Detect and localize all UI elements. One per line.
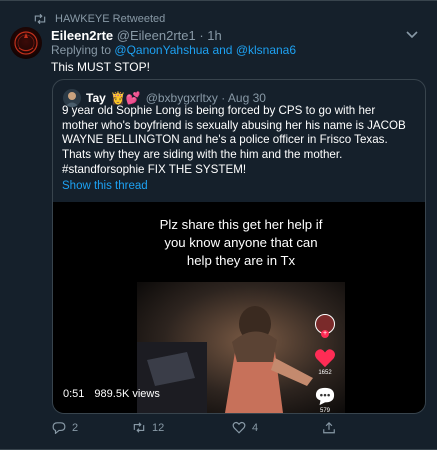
- video-player[interactable]: Plz share this get her help if you know …: [53, 202, 425, 413]
- video-status: 0:51 989.5K views: [63, 388, 160, 400]
- heart-outline-icon: [232, 421, 246, 434]
- reply-icon: [52, 422, 66, 434]
- quote-handle-time: @bxbygxrltxy · Aug 30: [145, 91, 266, 105]
- quoted-tweet[interactable]: Tay 👸💕 @bxbygxrltxy · Aug 30 9 year old …: [52, 79, 426, 414]
- video-duration: 0:51: [63, 388, 85, 400]
- author-handle-time[interactable]: @Eileen2rte1 · 1h: [117, 28, 222, 43]
- replying-and[interactable]: and: [212, 43, 232, 57]
- tweet-text: This MUST STOP!: [51, 60, 150, 74]
- author-avatar[interactable]: [10, 27, 42, 59]
- mention-link[interactable]: @QanonYahshua: [114, 43, 209, 57]
- author-name[interactable]: Eileen2rte: [51, 28, 113, 43]
- retweet-button[interactable]: 12: [132, 421, 232, 434]
- retweet-icon: [133, 422, 145, 433]
- replying-to: Replying to @QanonYahshua and @klsnana6: [51, 43, 296, 57]
- video-comment-count: 579: [319, 408, 330, 413]
- video-side-actions: + 1652 579: [309, 314, 341, 413]
- like-button[interactable]: 4: [232, 421, 322, 434]
- video-like-count: 1652: [318, 370, 332, 376]
- share-icon: [323, 422, 335, 434]
- creator-avatar: +: [315, 314, 335, 338]
- chevron-down-icon[interactable]: [405, 30, 419, 40]
- quote-text: 9 year old Sophie Long is being forced b…: [62, 104, 406, 176]
- comment-bubble-icon: [315, 387, 335, 406]
- show-thread-link[interactable]: Show this thread: [62, 180, 148, 192]
- tweet-actions: 2 12 4: [52, 421, 392, 434]
- heart-icon: [315, 349, 335, 368]
- reply-count: 2: [72, 421, 79, 434]
- video-views: 989.5K views: [94, 388, 160, 400]
- video-caption: Plz share this get her help if you know …: [159, 217, 323, 268]
- tweet-header: Eileen2rte @Eileen2rte1 · 1h: [51, 28, 222, 43]
- like-count: 4: [252, 421, 259, 434]
- top-divider: [0, 0, 437, 1]
- retweet-label: HAWKEYE Retweeted: [55, 13, 166, 25]
- share-button[interactable]: [322, 421, 336, 434]
- retweet-indicator: HAWKEYE Retweeted: [33, 13, 165, 25]
- retweet-count: 12: [152, 421, 165, 434]
- retweet-icon: [34, 13, 46, 25]
- quote-author-name: Tay: [86, 91, 106, 105]
- replying-prefix: Replying to: [51, 43, 112, 57]
- mention-link[interactable]: @klsnana6: [236, 43, 296, 57]
- quote-author-emoji: 👸💕: [110, 91, 141, 105]
- reply-button[interactable]: 2: [52, 421, 132, 434]
